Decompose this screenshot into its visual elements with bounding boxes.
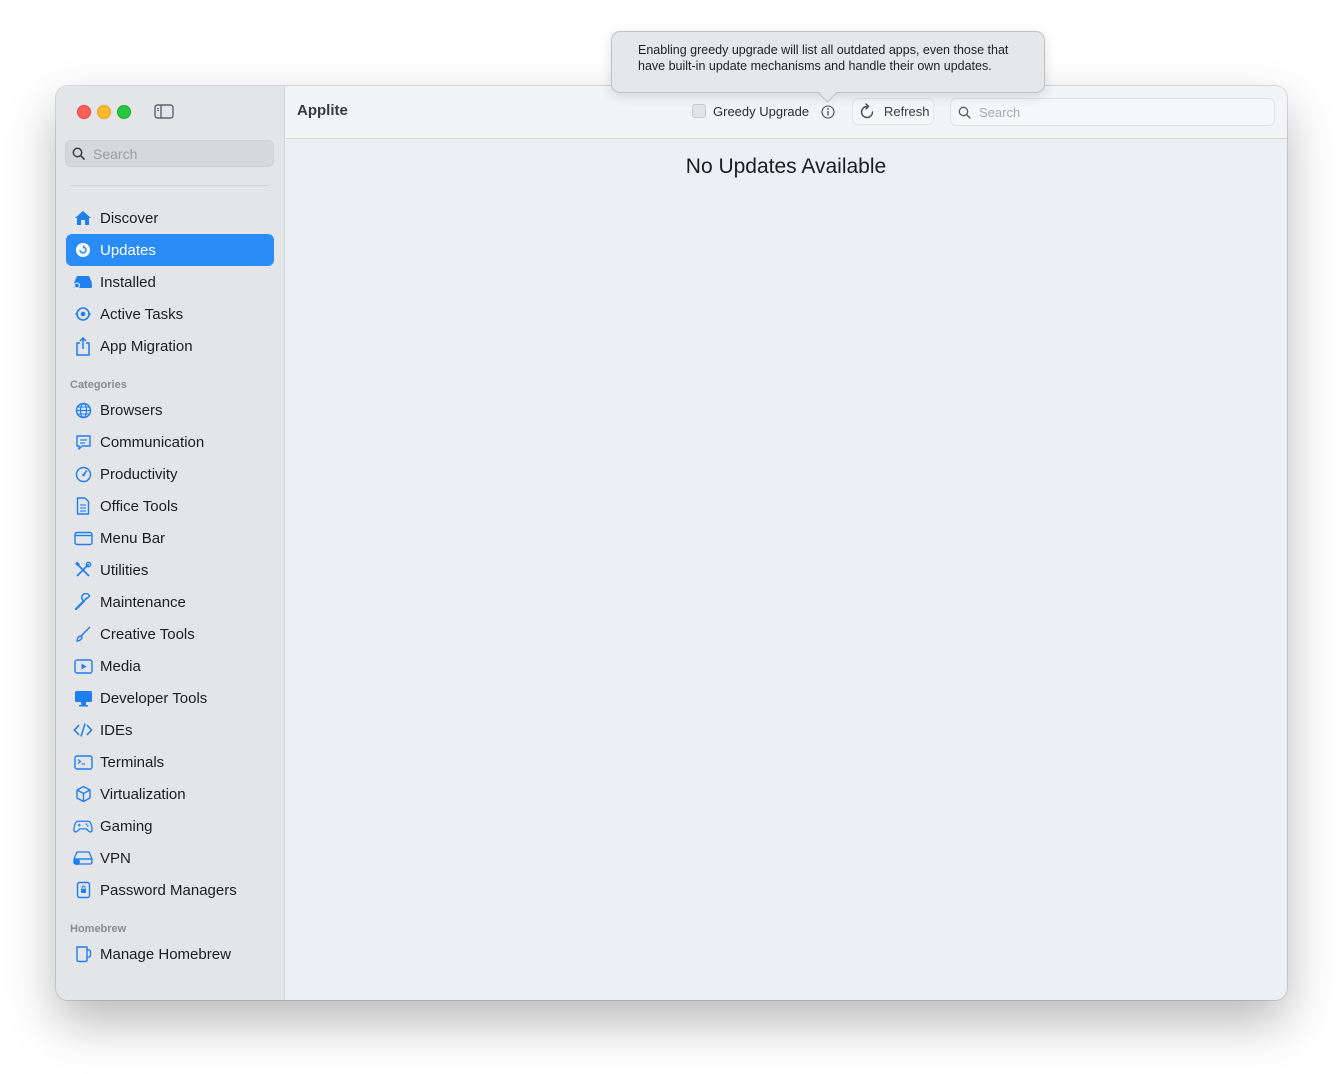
- sidebar-item-label: Virtualization: [100, 785, 186, 803]
- vpn-icon: [73, 848, 93, 868]
- share-icon: [73, 336, 93, 356]
- refresh-button[interactable]: Refresh: [852, 98, 934, 125]
- sidebar-item-label: Maintenance: [100, 593, 186, 611]
- sidebar-item-label: Password Managers: [100, 881, 237, 899]
- sidebar-item-app-migration[interactable]: App Migration: [66, 330, 274, 362]
- house-icon: [73, 208, 93, 228]
- sidebar-item-updates[interactable]: Updates: [66, 234, 274, 266]
- globe-icon: [73, 400, 93, 420]
- main-content: No Updates Available: [285, 139, 1287, 1000]
- message-icon: [73, 432, 93, 452]
- tools-icon: [73, 560, 93, 580]
- sidebar-item-utilities[interactable]: Utilities: [66, 554, 274, 586]
- tooltip-text: Enabling greedy upgrade will list all ou…: [638, 43, 1009, 73]
- sidebar-item-label: Manage Homebrew: [100, 945, 231, 963]
- sidebar-item-active-tasks[interactable]: Active Tasks: [66, 298, 274, 330]
- close-window-button[interactable]: [77, 105, 91, 119]
- sidebar-item-label: App Migration: [100, 337, 193, 355]
- sidebar-item-label: Browsers: [100, 401, 163, 419]
- paintbrush-icon: [73, 624, 93, 644]
- sidebar-item-browsers[interactable]: Browsers: [66, 394, 274, 426]
- active-tasks-icon: [73, 304, 93, 324]
- sidebar-item-label: Productivity: [100, 465, 178, 483]
- sidebar-item-label: Installed: [100, 273, 156, 291]
- menubar-icon: [73, 528, 93, 548]
- info-icon[interactable]: [821, 105, 835, 119]
- sidebar: Discover Updates Installed Active Tasks …: [56, 86, 285, 1000]
- desktop-icon: [73, 688, 93, 708]
- sidebar-item-label: Menu Bar: [100, 529, 166, 547]
- sidebar-item-developer-tools[interactable]: Developer Tools: [66, 682, 274, 714]
- sidebar-toggle-icon[interactable]: [154, 104, 174, 119]
- greedy-upgrade-label[interactable]: Greedy Upgrade: [713, 104, 809, 119]
- greedy-upgrade-checkbox[interactable]: [692, 104, 706, 118]
- code-icon: [73, 720, 93, 740]
- empty-state-message: No Updates Available: [685, 155, 887, 178]
- sidebar-item-discover[interactable]: Discover: [66, 202, 274, 234]
- refresh-icon: [860, 102, 874, 118]
- sidebar-item-label: Communication: [100, 433, 205, 451]
- sidebar-item-gaming[interactable]: Gaming: [66, 810, 274, 842]
- installed-drive-icon: [73, 272, 93, 292]
- wrench-icon: [73, 592, 93, 612]
- sidebar-item-label: Discover: [100, 209, 159, 227]
- categories-header: Categories: [70, 379, 127, 391]
- sidebar-item-label: Utilities: [100, 561, 149, 579]
- toolbar: Applite Greedy Upgrade Refresh: [285, 86, 1287, 139]
- toolbar-search-input[interactable]: [977, 103, 1261, 121]
- sidebar-item-installed[interactable]: Installed: [66, 266, 274, 298]
- sidebar-item-ides[interactable]: IDEs: [66, 714, 274, 746]
- refresh-label: Refresh: [884, 104, 930, 119]
- sidebar-item-label: IDEs: [100, 721, 133, 739]
- app-window: Discover Updates Installed Active Tasks …: [56, 86, 1287, 1000]
- sidebar-item-terminals[interactable]: Terminals: [66, 746, 274, 778]
- sidebar-item-label: Active Tasks: [100, 305, 184, 323]
- sidebar-item-virtualization[interactable]: Virtualization: [66, 778, 274, 810]
- sidebar-item-label: VPN: [100, 849, 131, 867]
- sidebar-item-label: Gaming: [100, 817, 153, 835]
- speedometer-icon: [73, 464, 93, 484]
- sidebar-item-password-managers[interactable]: Password Managers: [66, 874, 274, 906]
- sidebar-item-label: Creative Tools: [100, 625, 195, 643]
- mug-icon: [73, 944, 93, 964]
- sidebar-item-label: Updates: [100, 241, 156, 259]
- minimize-window-button[interactable]: [97, 105, 111, 119]
- sidebar-item-label: Office Tools: [100, 497, 178, 515]
- sidebar-item-media[interactable]: Media: [66, 650, 274, 682]
- sidebar-item-manage-homebrew[interactable]: Manage Homebrew: [66, 938, 274, 970]
- zoom-window-button[interactable]: [117, 105, 131, 119]
- sidebar-search-field[interactable]: [65, 140, 274, 167]
- sidebar-item-label: Media: [100, 657, 141, 675]
- terminal-icon: [73, 752, 93, 772]
- cube-icon: [73, 784, 93, 804]
- sidebar-search-input[interactable]: [91, 144, 265, 163]
- sidebar-item-creative-tools[interactable]: Creative Tools: [66, 618, 274, 650]
- gamecontroller-icon: [73, 816, 93, 836]
- update-badge-icon: [73, 240, 93, 260]
- sidebar-item-office-tools[interactable]: Office Tools: [66, 490, 274, 522]
- greedy-upgrade-tooltip: Enabling greedy upgrade will list all ou…: [611, 31, 1045, 93]
- sidebar-item-vpn[interactable]: VPN: [66, 842, 274, 874]
- play-rectangle-icon: [73, 656, 93, 676]
- toolbar-search-field[interactable]: [950, 98, 1275, 126]
- sidebar-item-productivity[interactable]: Productivity: [66, 458, 274, 490]
- lock-icon: [73, 880, 93, 900]
- sidebar-item-communication[interactable]: Communication: [66, 426, 274, 458]
- document-icon: [73, 496, 93, 516]
- sidebar-item-maintenance[interactable]: Maintenance: [66, 586, 274, 618]
- search-icon: [958, 106, 971, 119]
- sidebar-item-menu-bar[interactable]: Menu Bar: [66, 522, 274, 554]
- sidebar-item-label: Developer Tools: [100, 689, 208, 707]
- sidebar-divider: [70, 185, 268, 186]
- search-icon: [72, 147, 85, 160]
- homebrew-header: Homebrew: [70, 923, 127, 935]
- sidebar-item-label: Terminals: [100, 753, 165, 771]
- window-title: Applite: [297, 102, 348, 119]
